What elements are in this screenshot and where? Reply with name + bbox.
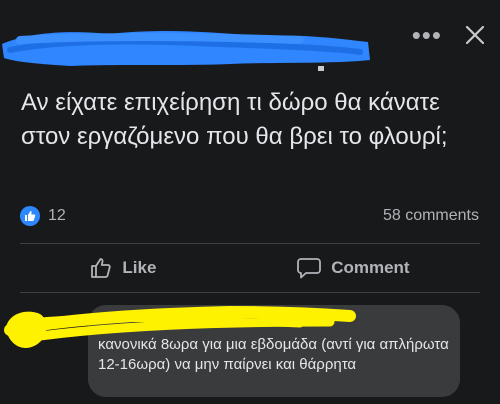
reactions-summary[interactable]: 12 — [20, 206, 66, 226]
post-actions: Like Comment — [20, 244, 480, 292]
redaction-scribble — [4, 305, 356, 348]
speech-bubble-icon — [297, 258, 322, 279]
post-stats: 12 58 comments — [20, 203, 479, 229]
redaction-scribble — [2, 30, 370, 71]
like-label: Like — [122, 258, 157, 277]
more-options-icon[interactable]: ••• — [412, 22, 442, 48]
close-icon[interactable] — [464, 24, 486, 46]
divider — [20, 292, 480, 293]
comment-label: Comment — [331, 258, 410, 277]
post-header: ••• — [0, 0, 500, 80]
comment-item: κανονικά 8ωρα για μια εβδομάδα (αντί για… — [0, 300, 500, 404]
post-text: Αν είχατε επιχείρηση τι δώρο θα κάνατε σ… — [21, 89, 448, 150]
thumbs-up-icon — [20, 206, 40, 226]
like-button[interactable]: Like — [90, 257, 156, 279]
comments-count[interactable]: 58 comments — [383, 207, 479, 225]
thumbs-up-outline-icon — [91, 258, 112, 278]
comment-button[interactable]: Comment — [297, 257, 410, 279]
reactions-count: 12 — [48, 207, 66, 224]
